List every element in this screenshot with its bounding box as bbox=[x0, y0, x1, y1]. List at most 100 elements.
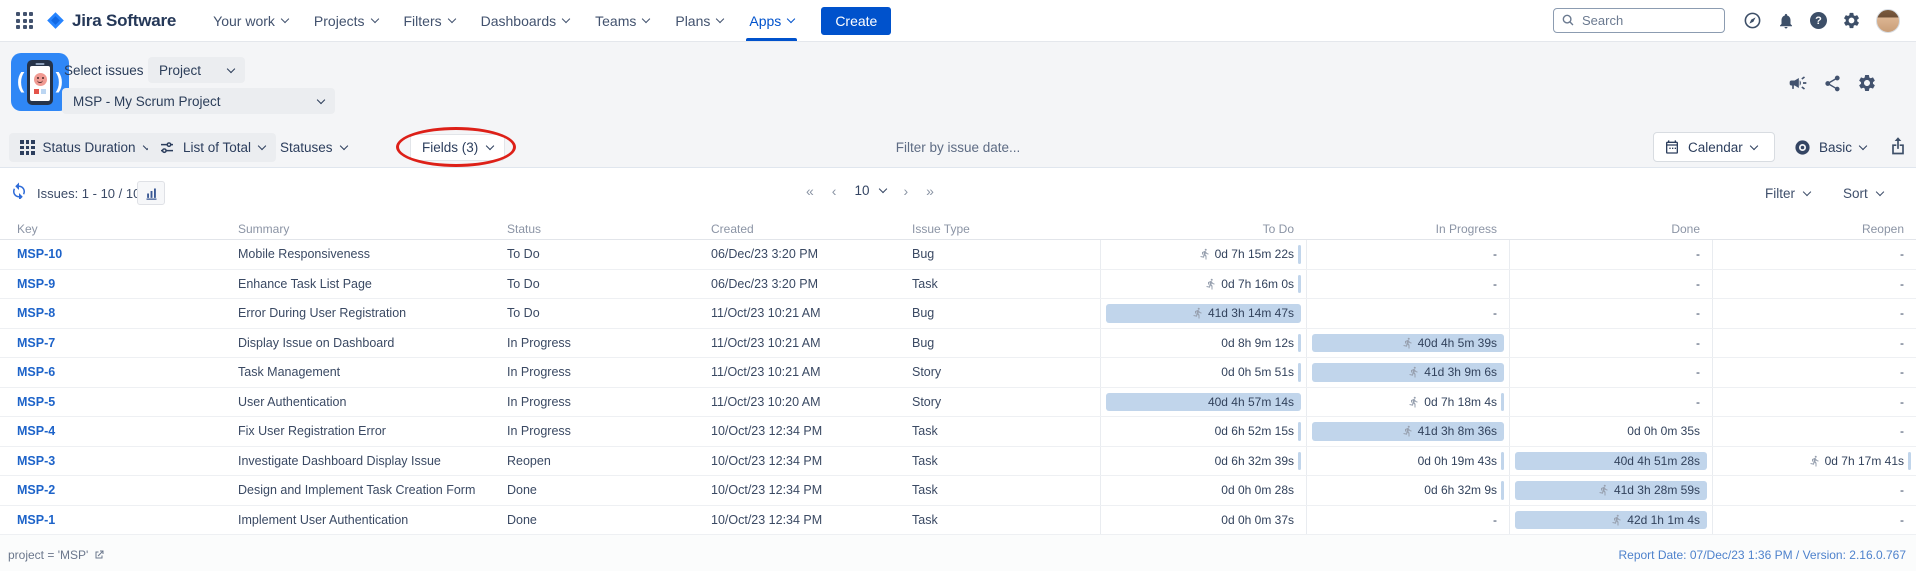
duration-value: - bbox=[1900, 277, 1904, 291]
runner-icon bbox=[1611, 514, 1623, 526]
discover-icon[interactable] bbox=[1743, 11, 1762, 30]
duration-cell-in-progress: - bbox=[1306, 506, 1509, 535]
external-link-icon[interactable] bbox=[93, 549, 105, 561]
sort-dropdown[interactable]: Sort bbox=[1843, 186, 1883, 201]
duration-value: 0d 0h 0m 28s bbox=[1221, 483, 1294, 497]
duration-value: 0d 6h 32m 39s bbox=[1215, 454, 1294, 468]
duration-cell-done: 41d 3h 28m 59s bbox=[1509, 476, 1712, 505]
pagination-prev-button[interactable]: ‹ bbox=[832, 184, 837, 198]
chevron-down-icon bbox=[878, 185, 886, 193]
column-header-reopen[interactable]: Reopen bbox=[1712, 222, 1916, 236]
report-settings-gear-icon[interactable] bbox=[1857, 73, 1877, 93]
duration-cell-done: 40d 4h 51m 28s bbox=[1509, 447, 1712, 476]
pagination-first-button[interactable]: « bbox=[806, 184, 814, 198]
issue-key-link[interactable]: MSP-7 bbox=[17, 336, 238, 350]
duration-value: - bbox=[1696, 365, 1700, 379]
duration-cell-to-do: 0d 0h 5m 51s bbox=[1100, 358, 1306, 387]
duration-value: 0d 8h 9m 12s bbox=[1221, 336, 1294, 350]
issue-key-link[interactable]: MSP-9 bbox=[17, 277, 238, 291]
detail-level-dropdown[interactable]: Basic bbox=[1794, 133, 1866, 162]
statuses-dropdown[interactable]: Statuses bbox=[280, 133, 347, 162]
project-select[interactable]: MSP - My Scrum Project bbox=[62, 88, 335, 114]
duration-cell-reopen: - bbox=[1712, 299, 1916, 328]
status-cell: To Do bbox=[507, 306, 711, 320]
nav-item-plans[interactable]: Plans bbox=[662, 0, 736, 41]
notifications-bell-icon[interactable] bbox=[1777, 12, 1795, 30]
duration-value: - bbox=[1900, 336, 1904, 350]
duration-value: 0d 6h 52m 15s bbox=[1215, 424, 1294, 438]
duration-cell-done: - bbox=[1509, 388, 1712, 417]
report-type-dropdown[interactable]: Status Duration bbox=[9, 133, 161, 162]
issue-key-link[interactable]: MSP-2 bbox=[17, 483, 238, 497]
calendar-dropdown[interactable]: Calendar bbox=[1653, 132, 1775, 162]
view-mode-dropdown[interactable]: List of Total bbox=[148, 133, 276, 162]
app-switcher-icon[interactable] bbox=[16, 12, 33, 29]
nav-item-filters[interactable]: Filters bbox=[391, 0, 468, 41]
column-header-created[interactable]: Created bbox=[711, 222, 912, 236]
column-header-key[interactable]: Key bbox=[17, 222, 238, 236]
search-input[interactable] bbox=[1553, 8, 1725, 33]
column-header-summary[interactable]: Summary bbox=[238, 222, 507, 236]
jira-logo[interactable]: Jira Software bbox=[46, 11, 176, 31]
table-body: MSP-10Mobile ResponsivenessTo Do06/Dec/2… bbox=[0, 240, 1916, 535]
issue-type-cell: Task bbox=[912, 277, 1100, 291]
create-button[interactable]: Create bbox=[821, 7, 891, 35]
megaphone-icon[interactable] bbox=[1788, 73, 1808, 93]
search-icon bbox=[1561, 13, 1575, 32]
duration-value: - bbox=[1493, 247, 1497, 261]
issue-date-filter[interactable]: Filter by issue date... bbox=[758, 133, 1158, 162]
duration-value: - bbox=[1696, 277, 1700, 291]
issue-key-link[interactable]: MSP-8 bbox=[17, 306, 238, 320]
issue-key-link[interactable]: MSP-5 bbox=[17, 395, 238, 409]
issue-key-link[interactable]: MSP-10 bbox=[17, 247, 238, 261]
column-header-status[interactable]: Status bbox=[507, 222, 711, 236]
nav-item-teams[interactable]: Teams bbox=[582, 0, 662, 41]
top-navigation: Jira Software Your workProjectsFiltersDa… bbox=[0, 0, 1916, 42]
smiley-face-icon bbox=[34, 73, 47, 86]
export-icon[interactable] bbox=[1888, 136, 1908, 161]
pagination-next-button[interactable]: › bbox=[904, 184, 909, 198]
column-header-done[interactable]: Done bbox=[1509, 222, 1712, 236]
nav-item-apps[interactable]: Apps bbox=[736, 0, 807, 41]
issue-source-select[interactable]: Project bbox=[148, 57, 245, 83]
created-cell: 10/Oct/23 12:34 PM bbox=[711, 483, 912, 497]
pagination-last-button[interactable]: » bbox=[926, 184, 934, 198]
duration-value: - bbox=[1696, 247, 1700, 261]
status-cell: Done bbox=[507, 513, 711, 527]
issue-key-link[interactable]: MSP-1 bbox=[17, 513, 238, 527]
duration-cell-reopen: - bbox=[1712, 476, 1916, 505]
refresh-icon[interactable] bbox=[10, 181, 28, 204]
duration-value: - bbox=[1900, 365, 1904, 379]
column-header-issue-type[interactable]: Issue Type bbox=[912, 222, 1100, 236]
status-cell: In Progress bbox=[507, 424, 711, 438]
issue-key-link[interactable]: MSP-6 bbox=[17, 365, 238, 379]
help-icon[interactable] bbox=[1810, 12, 1827, 29]
filter-dropdown[interactable]: Filter bbox=[1765, 186, 1810, 201]
nav-item-projects[interactable]: Projects bbox=[301, 0, 391, 41]
created-cell: 06/Dec/23 3:20 PM bbox=[711, 277, 912, 291]
bar-chart-icon[interactable] bbox=[137, 181, 165, 205]
column-header-to-do[interactable]: To Do bbox=[1100, 222, 1306, 236]
user-avatar[interactable] bbox=[1876, 9, 1900, 33]
duration-value: - bbox=[1900, 513, 1904, 527]
duration-value: 40d 4h 5m 39s bbox=[1418, 336, 1497, 350]
issue-key-link[interactable]: MSP-4 bbox=[17, 424, 238, 438]
settings-gear-icon[interactable] bbox=[1842, 11, 1861, 30]
runner-icon bbox=[1408, 366, 1420, 378]
duration-cell-done: - bbox=[1509, 358, 1712, 387]
share-icon[interactable] bbox=[1823, 73, 1842, 93]
page-size-select[interactable]: 10 bbox=[854, 183, 885, 198]
duration-value: 0d 6h 32m 9s bbox=[1424, 483, 1497, 497]
chevron-down-icon bbox=[317, 95, 325, 103]
report-header-icons bbox=[1788, 73, 1877, 93]
status-cell: To Do bbox=[507, 247, 711, 261]
column-header-in-progress[interactable]: In Progress bbox=[1306, 222, 1509, 236]
duration-cell-done: - bbox=[1509, 270, 1712, 299]
nav-item-your-work[interactable]: Your work bbox=[200, 0, 301, 41]
fields-dropdown[interactable]: Fields (3) bbox=[410, 134, 505, 161]
status-cell: In Progress bbox=[507, 395, 711, 409]
chevron-down-icon bbox=[1750, 141, 1758, 149]
issue-key-link[interactable]: MSP-3 bbox=[17, 454, 238, 468]
nav-item-dashboards[interactable]: Dashboards bbox=[468, 0, 583, 41]
duration-cell-to-do: 0d 6h 32m 39s bbox=[1100, 447, 1306, 476]
